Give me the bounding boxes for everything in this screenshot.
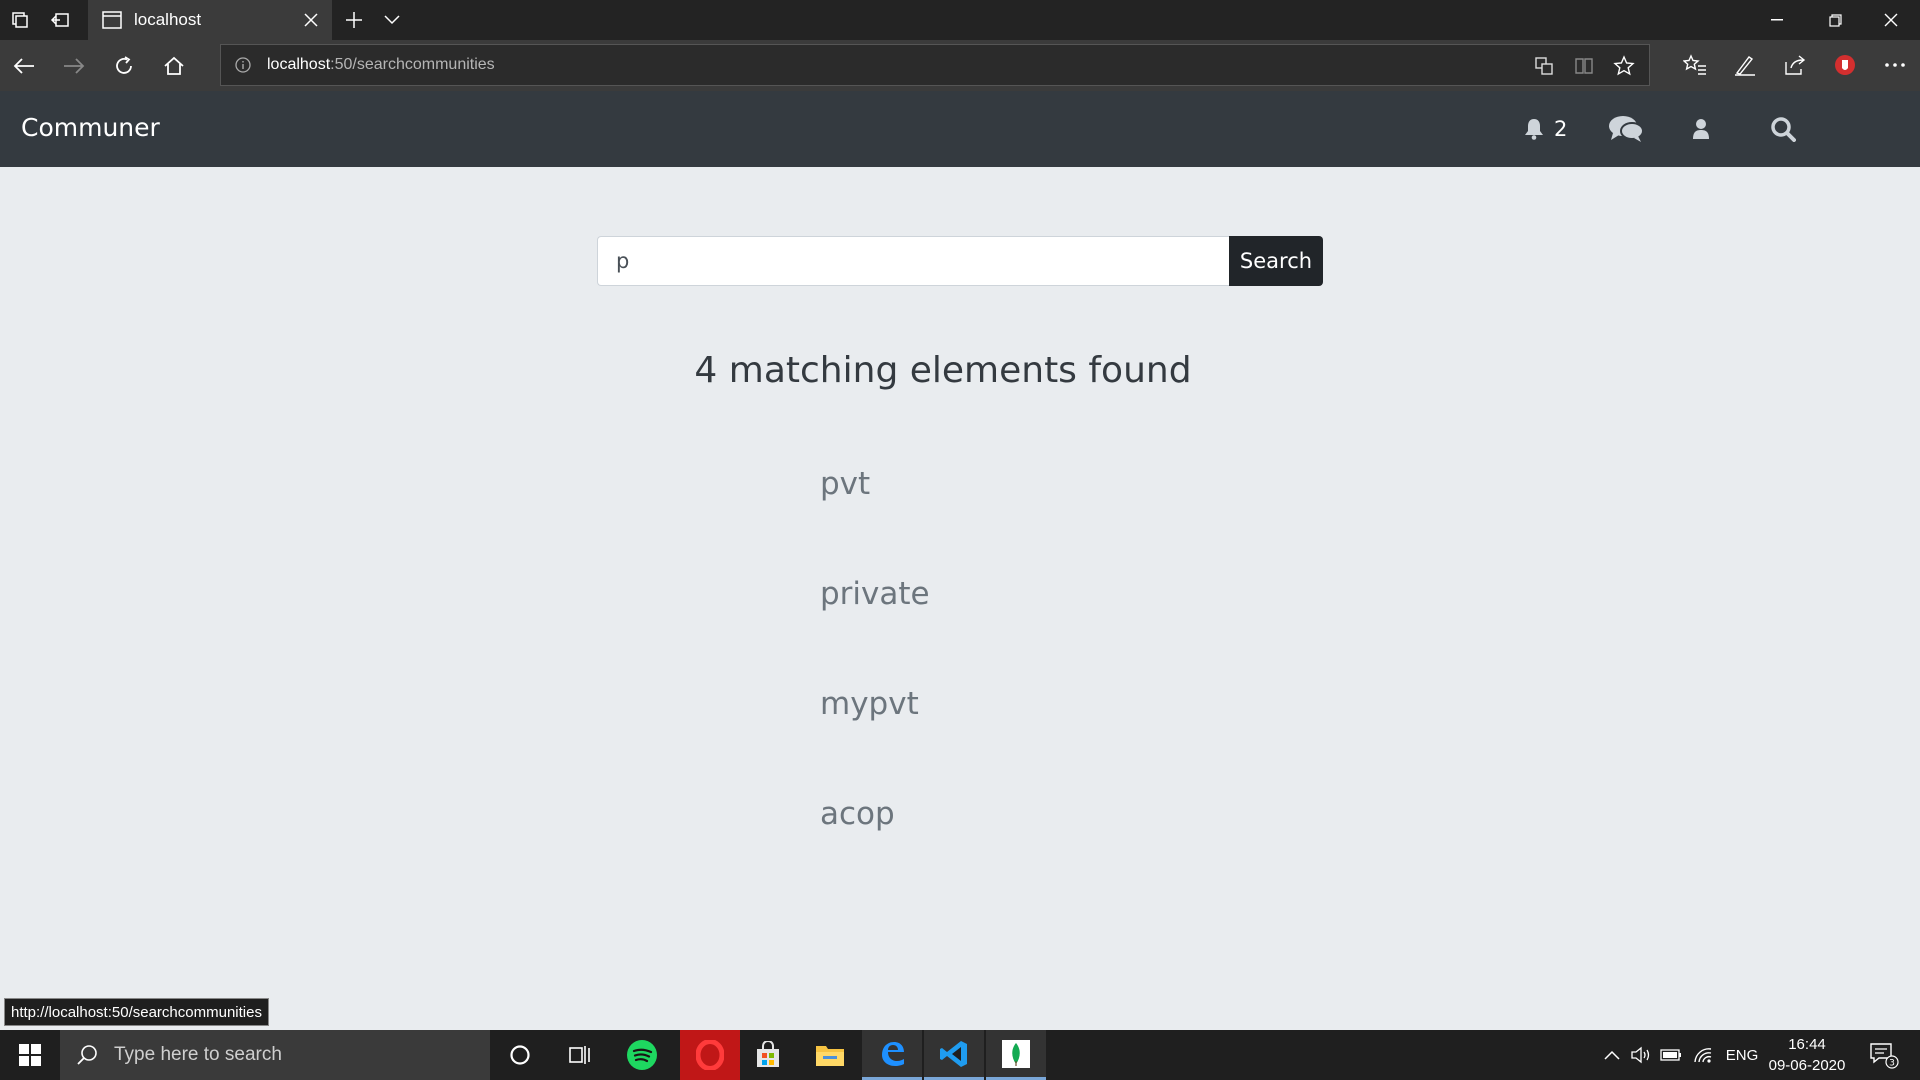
mongodb-compass-icon[interactable] — [986, 1030, 1046, 1080]
browser-tab[interactable]: localhost — [88, 0, 332, 40]
messages-icon[interactable] — [1608, 113, 1644, 145]
extension-shield-icon[interactable] — [1830, 50, 1860, 80]
close-window-icon[interactable] — [1862, 0, 1920, 40]
minimize-icon[interactable] — [1748, 0, 1806, 40]
refresh-icon[interactable] — [108, 50, 140, 82]
result-item[interactable]: private — [820, 576, 930, 612]
action-center-icon[interactable]: 3 — [1864, 1030, 1904, 1080]
app-navbar: Communer 2 — [0, 91, 1920, 167]
windows-start-icon[interactable] — [0, 1030, 60, 1080]
result-item[interactable]: acop — [820, 796, 895, 832]
cortana-icon[interactable] — [490, 1030, 550, 1080]
restore-icon[interactable] — [1806, 0, 1864, 40]
notification-badge: 3 — [1889, 1059, 1895, 1069]
page-icon — [102, 11, 122, 29]
notification-count: 2 — [1554, 117, 1568, 141]
close-tab-icon[interactable] — [296, 5, 326, 35]
tab-title: localhost — [134, 10, 202, 29]
brand-logo[interactable]: Communer — [21, 113, 160, 142]
windows-taskbar: Type here to search ENG 16:44 09-06-2020 — [0, 1030, 1920, 1080]
address-bar[interactable]: localhost:50/searchcommunities — [220, 44, 1650, 86]
taskbar-search-box[interactable]: Type here to search — [60, 1030, 490, 1080]
result-count-heading: 4 matching elements found — [694, 350, 1192, 391]
microsoft-store-icon[interactable] — [738, 1030, 798, 1080]
task-view-icon[interactable] — [550, 1030, 610, 1080]
vscode-icon[interactable] — [924, 1030, 984, 1080]
share-icon[interactable] — [1780, 50, 1810, 80]
url-host: localhost — [267, 56, 331, 73]
search-icon[interactable] — [1770, 113, 1796, 145]
taskbar-search-icon — [77, 1045, 97, 1065]
tab-preview-chevron-icon[interactable] — [380, 8, 404, 32]
community-search-form: Search — [597, 236, 1323, 286]
result-item[interactable]: pvt — [820, 466, 870, 502]
input-language[interactable]: ENG — [1722, 1030, 1762, 1080]
home-icon[interactable] — [158, 50, 190, 82]
spotify-icon[interactable] — [612, 1030, 672, 1080]
bell-icon — [1525, 119, 1543, 140]
clock-time: 16:44 — [1788, 1036, 1826, 1053]
opera-icon[interactable] — [680, 1030, 740, 1080]
favorite-star-icon[interactable] — [1611, 53, 1637, 79]
translate-icon[interactable] — [1531, 53, 1557, 79]
more-options-icon[interactable] — [1880, 50, 1910, 80]
url-path: :50/searchcommunities — [330, 56, 495, 73]
forward-arrow-icon[interactable] — [58, 50, 90, 82]
pen-notes-icon[interactable] — [1730, 50, 1760, 80]
set-aside-tabs-icon[interactable] — [48, 8, 72, 32]
status-bar-url: http://localhost:50/searchcommunities — [4, 998, 269, 1026]
edge-browser-icon[interactable] — [862, 1030, 922, 1080]
user-icon[interactable] — [1692, 113, 1710, 145]
community-search-input[interactable] — [597, 236, 1229, 286]
taskbar-clock[interactable]: 16:44 09-06-2020 — [1762, 1034, 1852, 1076]
reading-view-icon[interactable] — [1571, 53, 1597, 79]
volume-icon[interactable] — [1628, 1030, 1654, 1080]
show-hidden-icons-chevron-icon[interactable] — [1600, 1030, 1624, 1080]
battery-icon[interactable] — [1658, 1030, 1684, 1080]
wifi-icon[interactable] — [1690, 1030, 1716, 1080]
back-arrow-icon[interactable] — [8, 50, 40, 82]
notifications-button[interactable]: 2 — [1524, 113, 1567, 145]
search-button[interactable]: Search — [1229, 236, 1323, 286]
result-item[interactable]: mypvt — [820, 686, 919, 722]
taskbar-search-placeholder: Type here to search — [114, 1044, 282, 1065]
site-info-icon[interactable] — [233, 55, 253, 75]
browser-tab-strip: localhost — [0, 0, 1920, 40]
tab-actions-icon[interactable] — [8, 8, 32, 32]
new-tab-icon[interactable] — [342, 8, 366, 32]
file-explorer-icon[interactable] — [800, 1030, 860, 1080]
clock-date: 09-06-2020 — [1768, 1057, 1846, 1074]
favorites-hub-icon[interactable] — [1680, 50, 1710, 80]
browser-toolbar: localhost:50/searchcommunities — [0, 40, 1920, 91]
